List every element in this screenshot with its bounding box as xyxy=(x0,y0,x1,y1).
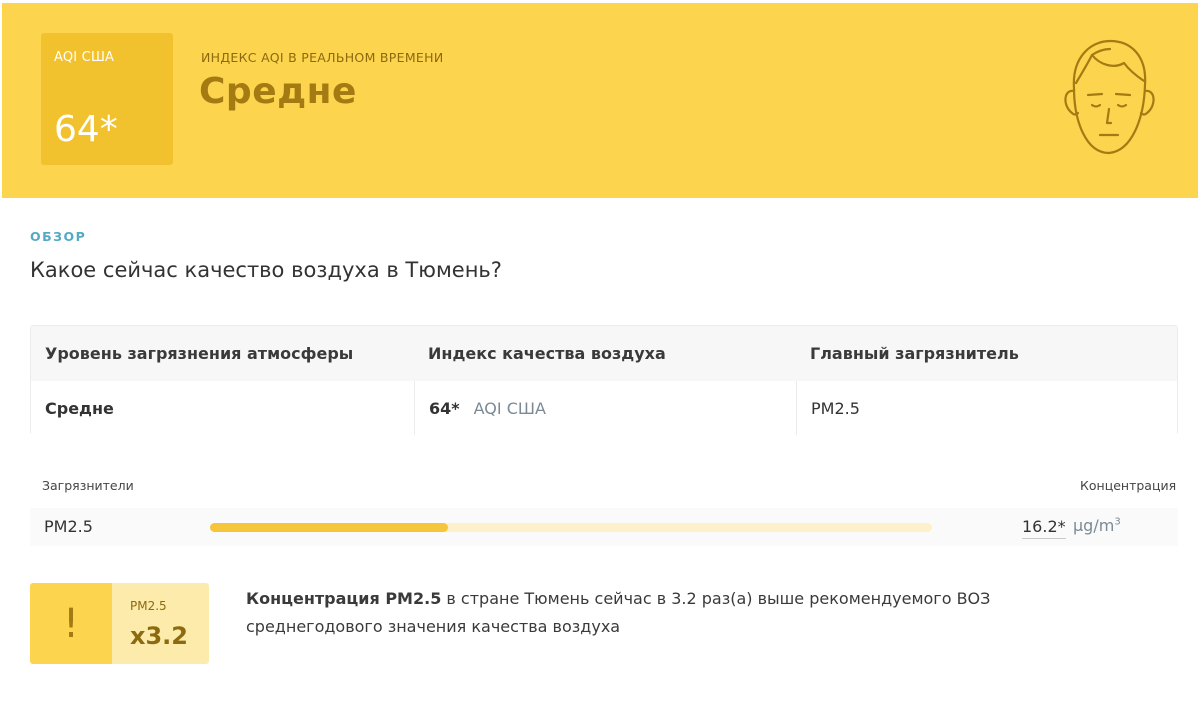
pollutant-name: PM2.5 xyxy=(44,517,93,536)
overview-question: Какое сейчас качество воздуха в Тюмень? xyxy=(30,258,502,282)
pollutant-row-pm25: PM2.5 16.2* µg/m3 xyxy=(30,508,1178,546)
warning-icon-box: ! xyxy=(30,583,112,664)
who-ratio-box: PM2.5 x3.2 xyxy=(112,583,209,664)
cell-main-pollutant: PM2.5 xyxy=(796,381,1179,435)
header-aqi: Индекс качества воздуха xyxy=(428,344,666,363)
overview-tag: ОБЗОР xyxy=(30,229,87,244)
realtime-aqi-label: ИНДЕКС AQI В РЕАЛЬНОМ ВРЕМЕНИ xyxy=(201,50,444,65)
cell-aqi-value: 64* xyxy=(429,398,460,418)
air-quality-summary-table: Уровень загрязнения атмосферы Индекс кач… xyxy=(30,325,1178,435)
who-notice-text: Концентрация PM2.5 в стране Тюмень сейча… xyxy=(246,585,1066,641)
pollutant-bar-track xyxy=(210,523,932,532)
pollutant-bar-fill xyxy=(210,523,449,532)
cell-aqi-unit: AQI США xyxy=(473,398,546,418)
pollutant-unit-sup: 3 xyxy=(1114,516,1121,528)
header-main-pollutant: Главный загрязнитель xyxy=(810,344,1019,363)
pollutant-unit-base: µg/m xyxy=(1073,516,1115,535)
pollutant-unit: µg/m3 xyxy=(1073,516,1121,535)
summary-table-row: Средне 64* AQI США PM2.5 xyxy=(31,381,1177,435)
aqi-level-title: Средне xyxy=(199,71,357,112)
moderate-face-icon xyxy=(1064,39,1155,155)
aqi-box-value: 64* xyxy=(54,109,118,150)
summary-table-header: Уровень загрязнения атмосферы Индекс кач… xyxy=(31,326,1177,381)
pollutants-header: Загрязнители xyxy=(42,478,134,493)
ratio-value: x3.2 xyxy=(130,622,188,650)
concentration-header: Концентрация xyxy=(1080,478,1177,493)
ratio-pollutant-label: PM2.5 xyxy=(130,599,167,613)
exclamation-icon: ! xyxy=(62,600,80,647)
pollutant-value[interactable]: 16.2* xyxy=(1022,517,1066,539)
cell-aqi: 64* AQI США xyxy=(414,381,796,435)
cell-pollution-level: Средне xyxy=(45,398,114,418)
aqi-value-box: AQI США 64* xyxy=(41,33,173,165)
aqi-banner: AQI США 64* ИНДЕКС AQI В РЕАЛЬНОМ ВРЕМЕН… xyxy=(2,3,1198,198)
who-notice-bold: Концентрация PM2.5 xyxy=(246,589,442,608)
header-pollution-level: Уровень загрязнения атмосферы xyxy=(45,344,354,363)
aqi-box-label: AQI США xyxy=(54,50,115,65)
